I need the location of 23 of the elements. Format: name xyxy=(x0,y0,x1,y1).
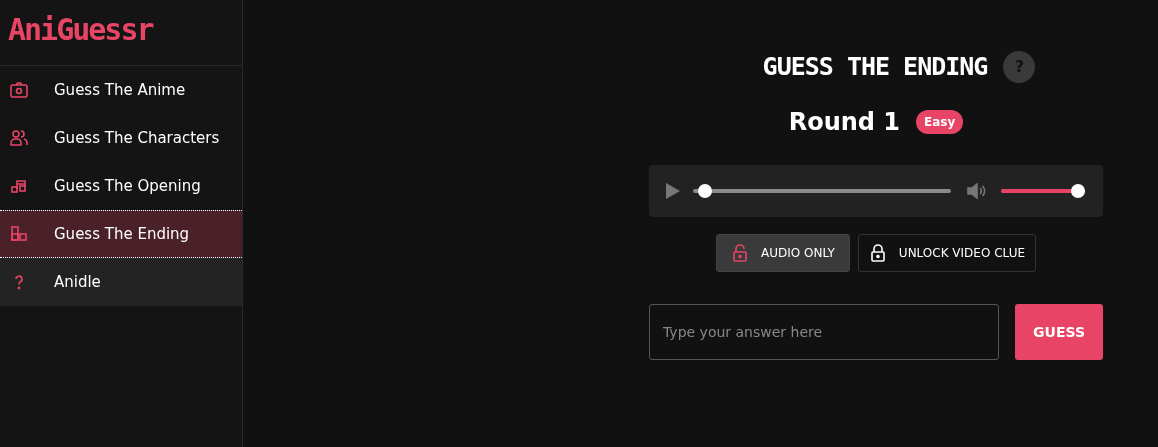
progress-thumb[interactable] xyxy=(697,184,712,198)
sidebar-item[interactable]: Guess The Opening xyxy=(0,162,242,210)
volume-icon[interactable] xyxy=(967,183,987,199)
mode-button[interactable]: AUDIO ONLY xyxy=(715,234,850,272)
users-icon xyxy=(10,129,28,147)
sidebar-item[interactable]: Guess The Anime xyxy=(0,66,242,114)
progress-slider[interactable] xyxy=(693,184,951,198)
answer-field[interactable]: Type your answer here xyxy=(649,304,999,360)
music-note-icon xyxy=(10,177,28,195)
sidebar-item[interactable]: Guess The Ending xyxy=(0,210,242,258)
guess-button[interactable]: GUESS xyxy=(1015,304,1103,360)
volume-slider[interactable] xyxy=(1001,184,1085,198)
sidebar-item[interactable]: Anidle xyxy=(0,258,242,306)
volume-thumb[interactable] xyxy=(1071,184,1085,198)
round-label: Round 1 xyxy=(788,107,901,138)
mode-button[interactable]: UNLOCK VIDEO CLUE xyxy=(857,234,1037,272)
play-icon[interactable] xyxy=(665,182,681,200)
page-title: GUESS THE ENDING xyxy=(762,51,988,83)
blocks-icon xyxy=(10,225,28,243)
camera-icon xyxy=(10,81,28,99)
sidebar-item[interactable]: Guess The Characters xyxy=(0,114,242,162)
difficulty-badge: Easy xyxy=(916,110,964,134)
logo[interactable]: AniGuessr xyxy=(8,14,153,45)
